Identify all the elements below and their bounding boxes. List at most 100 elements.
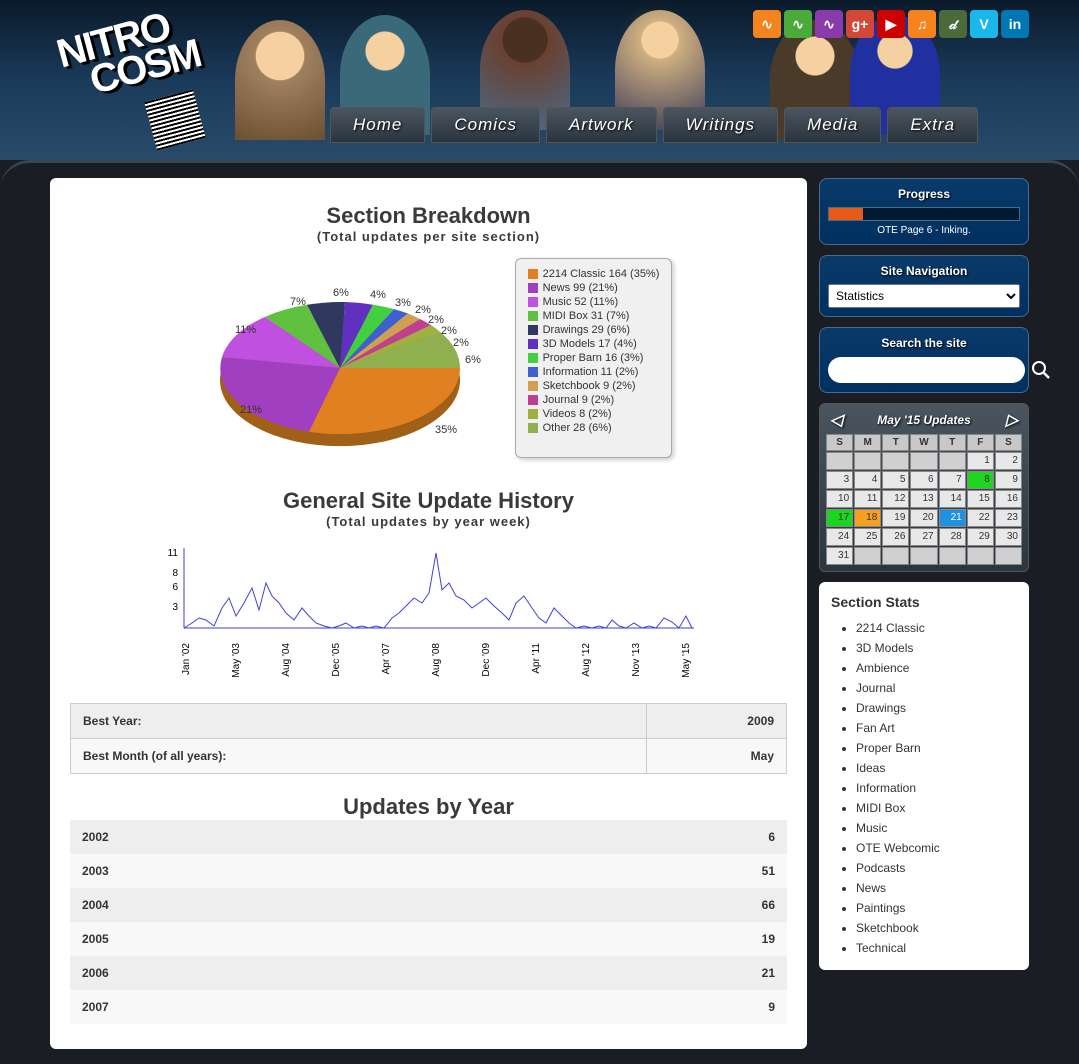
nav-comics[interactable]: Comics (431, 107, 540, 143)
site-logo[interactable]: NITRO COSM (54, 3, 204, 104)
calendar-day[interactable]: 24 (826, 528, 853, 546)
section-stat-link[interactable]: 2214 Classic (856, 618, 1017, 638)
calendar-day (967, 547, 994, 565)
calendar-day[interactable]: 8 (967, 471, 994, 489)
social-soundcloud-icon[interactable]: ♫ (908, 10, 936, 38)
calendar-day[interactable]: 22 (967, 509, 994, 527)
calendar-day[interactable]: 9 (995, 471, 1022, 489)
section-stat-link[interactable]: Ideas (856, 758, 1017, 778)
main-content: Section Breakdown (Total updates per sit… (50, 178, 807, 1049)
section-stat-link[interactable]: Music (856, 818, 1017, 838)
svg-text:Aug '12: Aug '12 (581, 643, 592, 677)
search-input[interactable] (828, 357, 1025, 383)
social-rss-green-icon[interactable]: ∿ (784, 10, 812, 38)
calendar-day[interactable]: 3 (826, 471, 853, 489)
svg-text:4%: 4% (370, 289, 386, 301)
svg-text:8: 8 (172, 568, 178, 579)
calendar-day[interactable]: 6 (910, 471, 937, 489)
svg-text:Aug '04: Aug '04 (281, 643, 292, 677)
section-stat-link[interactable]: Drawings (856, 698, 1017, 718)
social-rss-icon[interactable]: ∿ (753, 10, 781, 38)
nav-media[interactable]: Media (784, 107, 881, 143)
calendar-day (882, 452, 909, 470)
legend-label: Videos 8 (2%) (543, 408, 612, 420)
calendar-day[interactable]: 2 (995, 452, 1022, 470)
calendar-day[interactable]: 30 (995, 528, 1022, 546)
section-stat-link[interactable]: OTE Webcomic (856, 838, 1017, 858)
social-youtube-icon[interactable]: ▶ (877, 10, 905, 38)
section-stat-link[interactable]: Technical (856, 938, 1017, 958)
section-stat-link[interactable]: Fan Art (856, 718, 1017, 738)
calendar-day[interactable]: 10 (826, 490, 853, 508)
calendar-next-button[interactable]: ▷ (1002, 410, 1022, 430)
legend-swatch-icon (528, 409, 538, 419)
legend-label: Sketchbook 9 (2%) (543, 380, 636, 392)
legend-label: 3D Models 17 (4%) (543, 338, 637, 350)
calendar-day[interactable]: 18 (854, 509, 881, 527)
calendar-day[interactable]: 13 (910, 490, 937, 508)
calendar-day[interactable]: 5 (882, 471, 909, 489)
social-rss-purple-icon[interactable]: ∿ (815, 10, 843, 38)
calendar-day[interactable]: 16 (995, 490, 1022, 508)
svg-text:3%: 3% (395, 297, 411, 309)
calendar-day[interactable]: 11 (854, 490, 881, 508)
section-stat-link[interactable]: 3D Models (856, 638, 1017, 658)
updates-by-year-table: 2002620035120046620051920062120079 (70, 820, 787, 1024)
section-stat-link[interactable]: News (856, 878, 1017, 898)
legend-item: Journal 9 (2%) (528, 393, 660, 407)
legend-swatch-icon (528, 367, 538, 377)
calendar-day[interactable]: 7 (939, 471, 966, 489)
section-stat-link[interactable]: Paintings (856, 898, 1017, 918)
social-vimeo-icon[interactable]: V (970, 10, 998, 38)
svg-text:May '03: May '03 (231, 643, 242, 678)
calendar-day (854, 452, 881, 470)
calendar-day[interactable]: 4 (854, 471, 881, 489)
nav-artwork[interactable]: Artwork (546, 107, 657, 143)
calendar-day[interactable]: 26 (882, 528, 909, 546)
character-1 (235, 20, 325, 140)
social-deviantart-icon[interactable]: 𝒹 (939, 10, 967, 38)
history-title: General Site Update History (70, 488, 787, 514)
site-navigation-title: Site Navigation (828, 264, 1020, 278)
calendar-day[interactable]: 20 (910, 509, 937, 527)
calendar-day (939, 452, 966, 470)
social-googleplus-icon[interactable]: g+ (846, 10, 874, 38)
calendar-day[interactable]: 14 (939, 490, 966, 508)
updates-by-year-title: Updates by Year (70, 794, 787, 820)
nav-writings[interactable]: Writings (663, 107, 778, 143)
search-button[interactable] (1031, 356, 1051, 384)
calendar-day[interactable]: 21 (939, 509, 966, 527)
calendar-day[interactable]: 29 (967, 528, 994, 546)
section-stat-link[interactable]: Ambience (856, 658, 1017, 678)
calendar-day[interactable]: 25 (854, 528, 881, 546)
section-stat-link[interactable]: Journal (856, 678, 1017, 698)
calendar-day[interactable]: 12 (882, 490, 909, 508)
section-stat-link[interactable]: Podcasts (856, 858, 1017, 878)
section-stat-link[interactable]: MIDI Box (856, 798, 1017, 818)
svg-text:7%: 7% (290, 296, 306, 308)
calendar-day[interactable]: 28 (939, 528, 966, 546)
pie-subtitle: (Total updates per site section) (70, 229, 787, 244)
calendar-prev-button[interactable]: ◁ (826, 410, 846, 430)
history-subtitle: (Total updates by year week) (70, 514, 787, 529)
calendar-day[interactable]: 27 (910, 528, 937, 546)
calendar-day[interactable]: 19 (882, 509, 909, 527)
site-navigation-select[interactable]: Statistics (828, 284, 1020, 308)
section-stat-link[interactable]: Information (856, 778, 1017, 798)
progress-bar (828, 207, 1020, 221)
calendar-day[interactable]: 15 (967, 490, 994, 508)
calendar-day[interactable]: 17 (826, 509, 853, 527)
legend-swatch-icon (528, 269, 538, 279)
qr-code-icon[interactable] (144, 89, 205, 150)
social-linkedin-icon[interactable]: in (1001, 10, 1029, 38)
calendar-day[interactable]: 31 (826, 547, 853, 565)
nav-extra[interactable]: Extra (887, 107, 978, 143)
legend-swatch-icon (528, 339, 538, 349)
section-stat-link[interactable]: Proper Barn (856, 738, 1017, 758)
calendar-day[interactable]: 1 (967, 452, 994, 470)
table-row: 200621 (70, 956, 787, 990)
section-stat-link[interactable]: Sketchbook (856, 918, 1017, 938)
calendar-day[interactable]: 23 (995, 509, 1022, 527)
nav-home[interactable]: Home (330, 107, 425, 143)
table-row: 200519 (70, 922, 787, 956)
